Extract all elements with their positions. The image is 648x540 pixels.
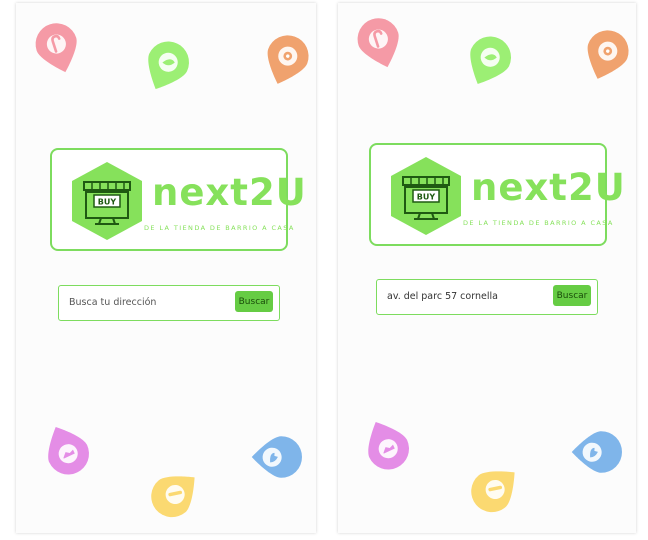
search-button[interactable]: Buscar (235, 291, 273, 312)
screen-filled-search: BUY next2U DE LA TIENDA DE BARRIO A CASA… (338, 3, 636, 533)
address-search-input[interactable] (387, 288, 547, 304)
fish-icon (571, 431, 622, 473)
logo-card: BUY next2U DE LA TIENDA DE BARRIO A CASA (50, 148, 306, 251)
magenta-pin (31, 414, 100, 483)
pink-pin (347, 11, 413, 77)
search-button[interactable]: Buscar (553, 285, 591, 306)
pink-pin (25, 16, 91, 82)
brand-name: next2U (152, 171, 307, 214)
brand-tagline: DE LA TIENDA DE BARRIO A CASA (463, 219, 614, 227)
candy-cane-icon (35, 23, 77, 73)
yellow-pin (140, 457, 211, 528)
magenta-pin (351, 409, 420, 478)
orange-pin (573, 23, 636, 90)
green-pin (453, 27, 522, 96)
candy-cane-icon (357, 18, 399, 68)
blue-pin (560, 416, 631, 487)
store-logo-icon: BUY (389, 155, 463, 237)
leaf-icon (148, 41, 189, 89)
shoe-icon (48, 427, 89, 475)
pharmacy-icon (471, 471, 515, 513)
buy-badge-text: BUY (417, 193, 436, 202)
flower-icon (267, 35, 309, 84)
logo-card: BUY next2U DE LA TIENDA DE BARRIO A CASA (369, 143, 625, 246)
orange-pin (253, 28, 316, 95)
store-logo-icon: BUY (70, 160, 144, 242)
address-search-input[interactable] (69, 294, 229, 310)
brand-tagline: DE LA TIENDA DE BARRIO A CASA (144, 224, 295, 232)
pharmacy-icon (151, 476, 195, 518)
brand-name: next2U (471, 166, 626, 209)
blue-pin (240, 421, 311, 492)
address-search-bar: Buscar (376, 279, 598, 315)
shoe-icon (368, 422, 409, 470)
screen-empty-search: BUY next2U DE LA TIENDA DE BARRIO A CASA… (16, 3, 316, 533)
buy-badge-text: BUY (98, 198, 117, 207)
yellow-pin (460, 452, 531, 523)
green-pin (131, 32, 200, 101)
flower-icon (587, 30, 629, 79)
fish-icon (251, 436, 302, 478)
address-search-bar: Buscar (58, 285, 280, 321)
leaf-icon (470, 36, 511, 84)
